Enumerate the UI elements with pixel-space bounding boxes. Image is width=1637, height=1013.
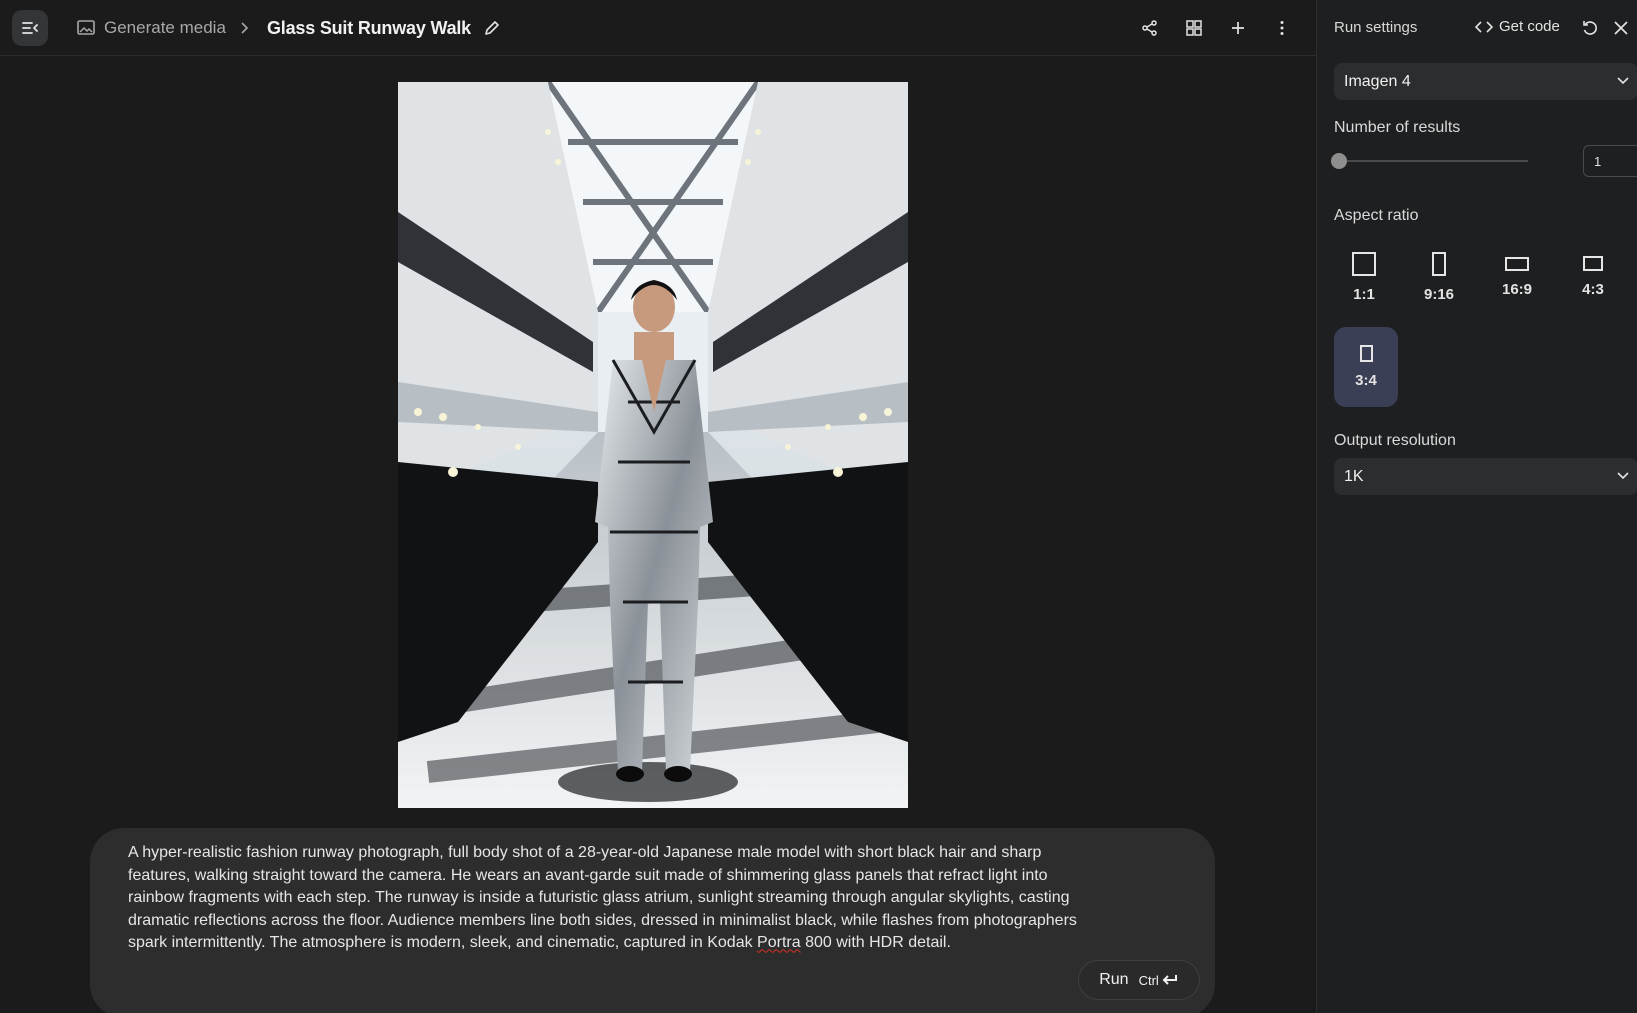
share-icon	[1142, 20, 1157, 36]
output-resolution-label: Output resolution	[1334, 432, 1456, 449]
prompt-box[interactable]: A hyper-realistic fashion runway photogr…	[90, 828, 1215, 1013]
run-settings-panel: Run settings Get code Imagen 4 Number of…	[1316, 0, 1637, 1013]
prompt-misspelled-word: Portra	[757, 934, 801, 952]
aspect-option-label: 16:9	[1501, 280, 1533, 298]
more-options-button[interactable]	[1268, 14, 1296, 42]
chevron-down-icon	[1617, 472, 1629, 480]
get-code-button[interactable]: Get code	[1475, 18, 1560, 35]
results-number-input[interactable]: 1	[1583, 145, 1637, 177]
edit-pencil-icon[interactable]	[483, 19, 501, 37]
landscape-ratio-icon	[1583, 256, 1603, 271]
aspect-option-label: 1:1	[1353, 285, 1375, 303]
breadcrumb-separator	[238, 16, 252, 40]
close-panel-button[interactable]	[1609, 16, 1633, 40]
run-label: Run	[1099, 971, 1129, 988]
top-bar: Generate media Glass Suit Runway Walk	[0, 0, 1316, 56]
enter-key-icon	[1162, 975, 1177, 985]
aspect-option-label: 3:4	[1355, 372, 1377, 389]
run-button[interactable]: Run Ctrl	[1078, 960, 1200, 1000]
prompt-text-end: 800 with HDR detail.	[800, 934, 951, 952]
image-icon	[77, 20, 95, 35]
main-area: Generate media Glass Suit Runway Walk A …	[0, 0, 1316, 1013]
results-slider-thumb[interactable]	[1331, 153, 1347, 169]
aspect-option-9-16[interactable]: 9:16	[1409, 238, 1469, 316]
aspect-ratio-label: Aspect ratio	[1334, 207, 1419, 224]
resolution-select[interactable]: 1K	[1334, 458, 1637, 495]
aspect-option-3-4[interactable]: 3:4	[1334, 327, 1398, 407]
reset-settings-button[interactable]	[1578, 16, 1602, 40]
breadcrumb-section: Generate media	[104, 18, 226, 37]
new-button[interactable]	[1224, 14, 1252, 42]
reset-icon	[1583, 21, 1597, 35]
aspect-option-label: 9:16	[1423, 285, 1455, 303]
top-actions	[1136, 14, 1296, 42]
chevron-right-icon	[241, 22, 249, 34]
collapse-menu-button[interactable]	[12, 10, 48, 46]
page-title: Glass Suit Runway Walk	[267, 17, 471, 38]
results-label: Number of results	[1334, 119, 1461, 136]
layout-button[interactable]	[1180, 14, 1208, 42]
portrait-ratio-icon	[1359, 345, 1373, 362]
more-vertical-icon	[1280, 21, 1284, 35]
get-code-label: Get code	[1499, 18, 1560, 35]
model-value: Imagen 4	[1344, 72, 1411, 90]
code-icon	[1475, 20, 1493, 33]
breadcrumb-title: Glass Suit Runway Walk	[267, 16, 501, 40]
prompt-textarea[interactable]: A hyper-realistic fashion runway photogr…	[128, 842, 1078, 955]
aspect-option-4-3[interactable]: 4:3	[1563, 238, 1623, 316]
breadcrumb-generate-media[interactable]: Generate media	[76, 16, 226, 40]
results-slider-track[interactable]	[1334, 160, 1528, 162]
run-shortcut: Ctrl	[1139, 973, 1179, 988]
model-select[interactable]: Imagen 4	[1334, 63, 1637, 100]
share-button[interactable]	[1136, 14, 1164, 42]
square-ratio-icon	[1352, 251, 1376, 276]
close-icon	[1614, 21, 1628, 35]
aspect-option-1-1[interactable]: 1:1	[1334, 238, 1394, 316]
grid-layout-icon	[1186, 20, 1202, 36]
portrait-tall-ratio-icon	[1432, 251, 1446, 276]
aspect-option-16-9[interactable]: 16:9	[1487, 238, 1547, 316]
resolution-value: 1K	[1344, 467, 1364, 485]
panel-title: Run settings	[1334, 19, 1418, 36]
chevron-down-icon	[1617, 77, 1629, 85]
landscape-wide-ratio-icon	[1505, 256, 1529, 271]
menu-collapse-icon	[22, 22, 38, 34]
runway-photo-illustration	[398, 82, 908, 808]
shortcut-key: Ctrl	[1138, 972, 1159, 988]
aspect-option-label: 4:3	[1582, 281, 1604, 298]
plus-icon	[1232, 22, 1244, 34]
generated-image[interactable]	[398, 82, 908, 808]
